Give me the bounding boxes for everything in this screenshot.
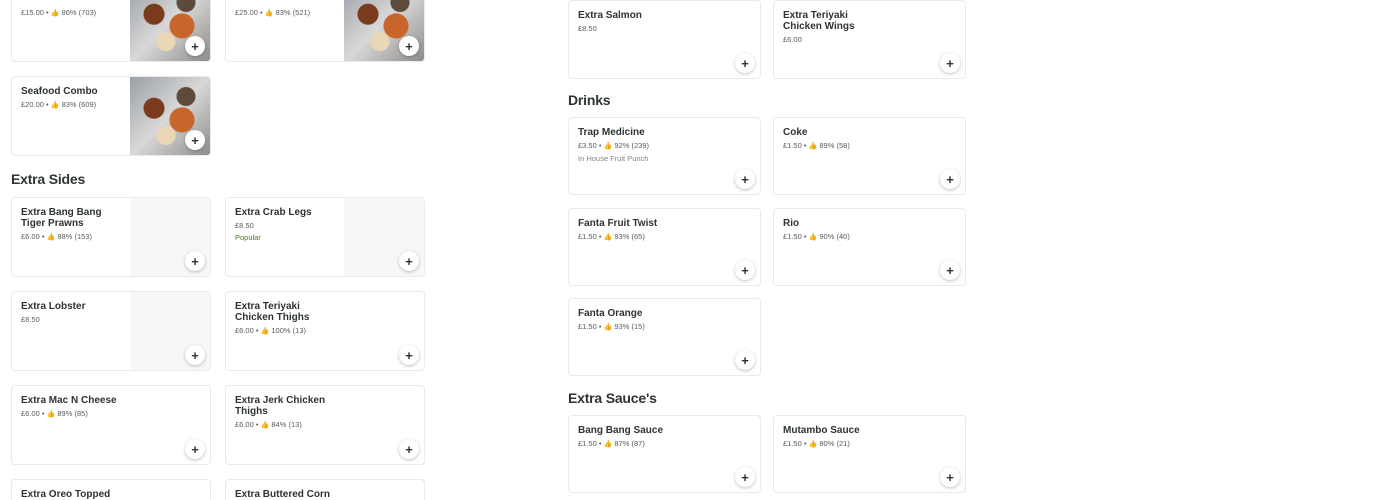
- thumbs-up-icon: 👍: [264, 10, 274, 17]
- item-meta: £3.50 • 👍 92% (239): [578, 141, 649, 150]
- add-item-button[interactable]: +: [399, 251, 419, 271]
- menu-item-card[interactable]: Extra Salmon £8.50 +: [568, 0, 761, 79]
- add-item-button[interactable]: +: [399, 36, 419, 56]
- add-item-button[interactable]: +: [735, 350, 755, 370]
- menu-item-card[interactable]: Extra Oreo Topped: [11, 479, 211, 500]
- add-item-button[interactable]: +: [940, 53, 960, 73]
- add-item-button[interactable]: +: [185, 251, 205, 271]
- thumbs-up-icon: 👍: [808, 234, 818, 241]
- item-meta: £25.00 • 👍 83% (521): [235, 8, 311, 17]
- thumbs-up-icon: 👍: [603, 324, 613, 331]
- menu-item-card[interactable]: £15.00 • 👍 86% (703) +: [11, 0, 211, 62]
- item-title: Extra Teriyaki Chicken Thighs: [235, 301, 310, 323]
- item-meta: £20.00 • 👍 83% (609): [21, 100, 97, 109]
- add-item-button[interactable]: +: [185, 439, 205, 459]
- section-title-extra-sauces: Extra Sauce's: [568, 390, 657, 406]
- thumbs-up-icon: 👍: [603, 441, 613, 448]
- item-meta: £1.50 • 👍 93% (65): [578, 232, 645, 241]
- item-meta: £6.00 • 👍 89% (85): [21, 409, 88, 418]
- menu-item-card[interactable]: Seafood Combo £20.00 • 👍 83% (609) +: [11, 76, 211, 156]
- item-title: Fanta Fruit Twist: [578, 218, 658, 229]
- add-item-button[interactable]: +: [399, 345, 419, 365]
- thumbs-up-icon: 👍: [603, 234, 613, 241]
- item-meta: £6.00 • 👍 100% (13): [235, 326, 306, 335]
- section-title-drinks: Drinks: [568, 92, 611, 108]
- item-meta: £8.50: [21, 315, 40, 324]
- item-title: Fanta Orange: [578, 308, 643, 319]
- menu-item-card[interactable]: Trap Medicine £3.50 • 👍 92% (239) In Hou…: [568, 117, 761, 195]
- item-meta: £8.50: [578, 24, 597, 33]
- item-title: Extra Lobster: [21, 301, 86, 312]
- menu-item-card[interactable]: Coke £1.50 • 👍 89% (58) +: [773, 117, 966, 195]
- item-meta: £1.50 • 👍 90% (40): [783, 232, 850, 241]
- item-meta: £6.00: [783, 35, 802, 44]
- item-title: Rio: [783, 218, 800, 229]
- add-item-button[interactable]: +: [185, 130, 205, 150]
- menu-item-card[interactable]: Fanta Orange £1.50 • 👍 93% (15) +: [568, 298, 761, 376]
- item-meta: £1.50 • 👍 87% (87): [578, 439, 645, 448]
- menu-item-card[interactable]: Extra Teriyaki Chicken Thighs £6.00 • 👍 …: [225, 291, 425, 371]
- add-item-button[interactable]: +: [185, 345, 205, 365]
- thumbs-up-icon: 👍: [46, 411, 56, 418]
- item-meta: £1.50 • 👍 93% (15): [578, 322, 645, 331]
- menu-item-card[interactable]: Extra Mac N Cheese £6.00 • 👍 89% (85) +: [11, 385, 211, 465]
- item-title: Seafood Combo: [21, 86, 98, 97]
- add-item-button[interactable]: +: [735, 169, 755, 189]
- menu-item-card[interactable]: Fanta Fruit Twist £1.50 • 👍 93% (65) +: [568, 208, 761, 286]
- add-item-button[interactable]: +: [735, 467, 755, 487]
- menu-item-card[interactable]: Mutambo Sauce £1.50 • 👍 80% (21) +: [773, 415, 966, 493]
- menu-item-card[interactable]: Rio £1.50 • 👍 90% (40) +: [773, 208, 966, 286]
- item-meta: £8.50: [235, 221, 254, 230]
- item-meta: £6.00 • 👍 84% (13): [235, 420, 302, 429]
- popular-badge: Popular: [235, 233, 261, 242]
- item-meta: £1.50 • 👍 89% (58): [783, 141, 850, 150]
- add-item-button[interactable]: +: [940, 467, 960, 487]
- thumbs-up-icon: 👍: [808, 143, 818, 150]
- item-title: Extra Teriyaki Chicken Wings: [783, 10, 855, 32]
- menu-item-card[interactable]: Extra Buttered Corn: [225, 479, 425, 500]
- menu-item-card[interactable]: Bang Bang Sauce £1.50 • 👍 87% (87) +: [568, 415, 761, 493]
- thumbs-up-icon: 👍: [260, 328, 270, 335]
- thumbs-up-icon: 👍: [260, 422, 270, 429]
- menu-item-card[interactable]: Extra Jerk Chicken Thighs £6.00 • 👍 84% …: [225, 385, 425, 465]
- menu-item-card[interactable]: Extra Crab Legs £8.50 Popular +: [225, 197, 425, 277]
- item-meta: £6.00 • 👍 88% (153): [21, 232, 92, 241]
- item-meta: £1.50 • 👍 80% (21): [783, 439, 850, 448]
- item-title: Extra Mac N Cheese: [21, 395, 117, 406]
- item-meta: £15.00 • 👍 86% (703): [21, 8, 97, 17]
- item-title: Extra Jerk Chicken Thighs: [235, 395, 326, 417]
- menu-item-card[interactable]: Extra Teriyaki Chicken Wings £6.00 +: [773, 0, 966, 79]
- add-item-button[interactable]: +: [185, 36, 205, 56]
- item-title: Bang Bang Sauce: [578, 425, 664, 436]
- item-title: Coke: [783, 127, 808, 138]
- item-title: Extra Bang Bang Tiger Prawns: [21, 207, 102, 229]
- add-item-button[interactable]: +: [735, 260, 755, 280]
- item-title: Extra Salmon: [578, 10, 642, 21]
- menu-item-card[interactable]: Extra Lobster £8.50 +: [11, 291, 211, 371]
- thumbs-up-icon: 👍: [46, 234, 56, 241]
- item-description: In House Fruit Punch: [578, 154, 649, 163]
- section-title-extra-sides: Extra Sides: [11, 171, 86, 187]
- thumbs-up-icon: 👍: [50, 102, 60, 109]
- item-title: Mutambo Sauce: [783, 425, 860, 436]
- add-item-button[interactable]: +: [735, 53, 755, 73]
- add-item-button[interactable]: +: [399, 439, 419, 459]
- item-title: Trap Medicine: [578, 127, 645, 138]
- add-item-button[interactable]: +: [940, 260, 960, 280]
- menu-item-card[interactable]: Extra Bang Bang Tiger Prawns £6.00 • 👍 8…: [11, 197, 211, 277]
- thumbs-up-icon: 👍: [50, 10, 60, 17]
- item-title: Extra Crab Legs: [235, 207, 312, 218]
- thumbs-up-icon: 👍: [603, 143, 613, 150]
- add-item-button[interactable]: +: [940, 169, 960, 189]
- item-title: Extra Buttered Corn: [235, 489, 331, 500]
- thumbs-up-icon: 👍: [808, 441, 818, 448]
- menu-item-card[interactable]: £25.00 • 👍 83% (521) +: [225, 0, 425, 62]
- item-title: Extra Oreo Topped: [21, 489, 111, 500]
